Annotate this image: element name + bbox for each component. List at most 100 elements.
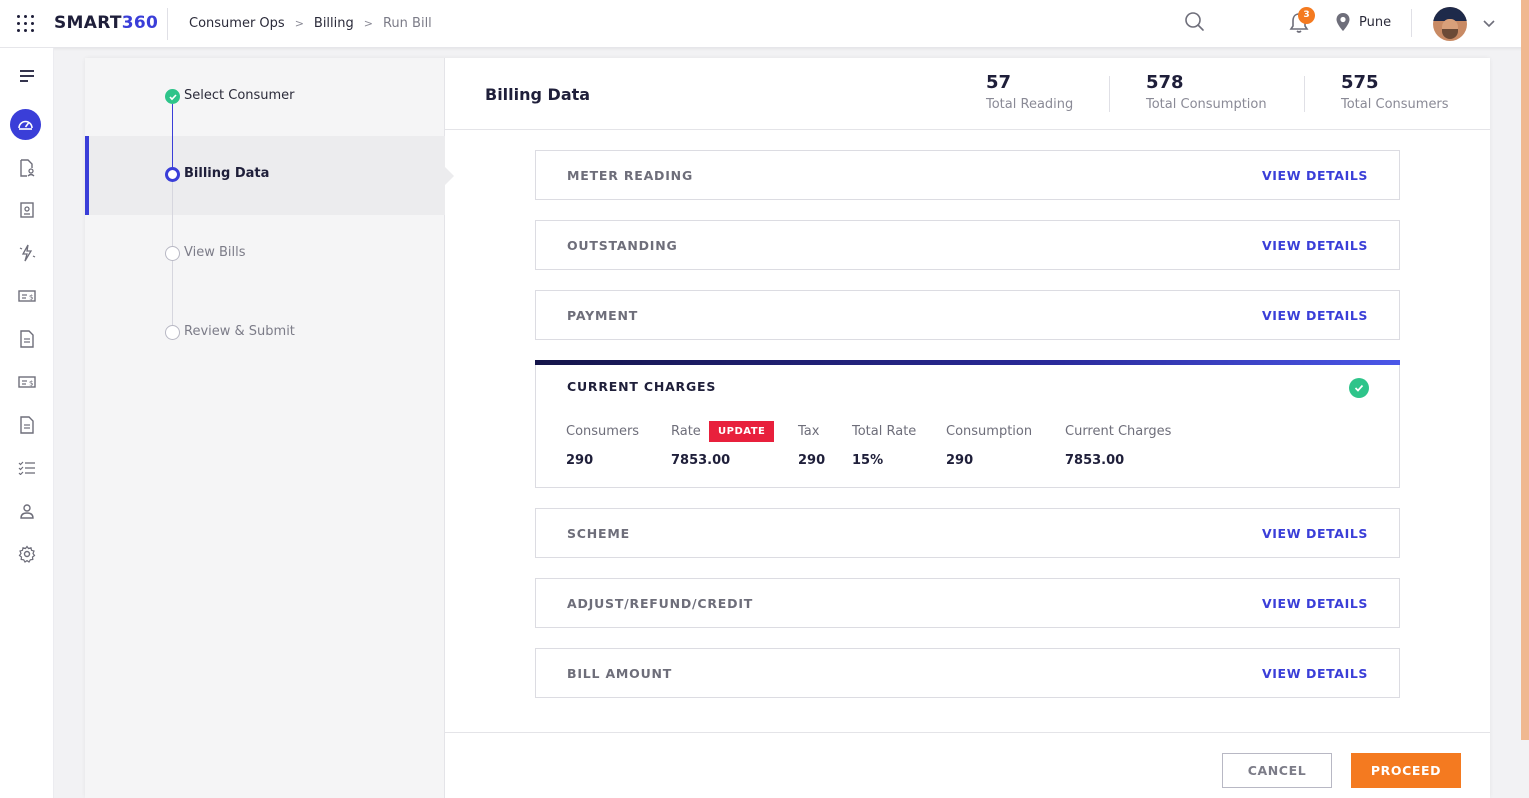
- stat-value: 57: [986, 72, 1012, 93]
- panel-scheme[interactable]: SCHEME VIEW DETAILS: [535, 508, 1400, 558]
- panel-adjust-refund-credit[interactable]: ADJUST/REFUND/CREDIT VIEW DETAILS: [535, 578, 1400, 628]
- stepper-connector: [172, 261, 173, 333]
- panel-meter-reading[interactable]: METER READING VIEW DETAILS: [535, 150, 1400, 200]
- stat-total-reading: 57 Total Reading: [986, 72, 1073, 112]
- step-select-consumer[interactable]: Select Consumer: [184, 88, 295, 103]
- stat-divider: [1304, 76, 1305, 112]
- charges-tax-value: 290: [798, 453, 826, 468]
- stat-divider: [1109, 76, 1110, 112]
- view-details-link[interactable]: VIEW DETAILS: [1262, 526, 1368, 541]
- svg-text:$: $: [29, 380, 33, 388]
- chevron-down-icon[interactable]: [1482, 16, 1496, 35]
- step-done-check-icon[interactable]: [165, 89, 180, 104]
- panel-title: ADJUST/REFUND/CREDIT: [567, 596, 754, 611]
- charges-total-rate-label: Total Rate: [852, 424, 917, 439]
- top-header: SMART360 Consumer Ops > Billing > Run Bi…: [0, 0, 1529, 48]
- step-review-submit[interactable]: Review & Submit: [184, 324, 295, 339]
- panel-current-charges: CURRENT CHARGES Consumers 290 Rate UPDAT…: [535, 360, 1400, 488]
- apps-grid-icon[interactable]: [16, 14, 36, 34]
- stat-value: 575: [1341, 72, 1379, 93]
- step-billing-data[interactable]: Billing Data: [184, 166, 269, 181]
- consumer-file-icon[interactable]: [17, 158, 37, 178]
- charges-rate-value: 7853.00: [671, 453, 731, 468]
- menu-icon[interactable]: [17, 66, 37, 86]
- panel-payment[interactable]: PAYMENT VIEW DETAILS: [535, 290, 1400, 340]
- cancel-button[interactable]: CANCEL: [1222, 753, 1332, 788]
- charges-consumers-value: 290: [566, 453, 594, 468]
- panel-outstanding[interactable]: OUTSTANDING VIEW DETAILS: [535, 220, 1400, 270]
- panel-bill-amount[interactable]: BILL AMOUNT VIEW DETAILS: [535, 648, 1400, 698]
- location-label: Pune: [1359, 14, 1392, 30]
- step-pending-dot[interactable]: [165, 325, 180, 340]
- user-icon[interactable]: [17, 501, 37, 521]
- report-icon[interactable]: [17, 415, 37, 435]
- charges-total-rate-value: 15%: [852, 453, 884, 468]
- page-scrollbar[interactable]: [1521, 0, 1529, 740]
- panel-title: CURRENT CHARGES: [567, 379, 717, 394]
- charges-tax-label: Tax: [798, 424, 820, 439]
- panel-accent-bar: [535, 360, 1400, 365]
- step-pending-dot[interactable]: [165, 246, 180, 261]
- step-view-bills[interactable]: View Bills: [184, 245, 246, 260]
- location-pin-icon: [1336, 13, 1350, 31]
- view-details-link[interactable]: VIEW DETAILS: [1262, 666, 1368, 681]
- dashboard-icon[interactable]: [10, 109, 41, 140]
- stat-value: 578: [1146, 72, 1184, 93]
- view-details-link[interactable]: VIEW DETAILS: [1262, 168, 1368, 183]
- charges-rate-label: Rate: [671, 424, 701, 439]
- panel-title: OUTSTANDING: [567, 238, 678, 253]
- search-icon[interactable]: [1184, 11, 1206, 37]
- panel-title: METER READING: [567, 168, 694, 183]
- stat-total-consumers: 575 Total Consumers: [1341, 72, 1449, 112]
- content-header: Billing Data 57 Total Reading 578 Total …: [445, 58, 1490, 130]
- stepper-connector: [172, 182, 173, 254]
- id-card-icon[interactable]: [17, 200, 37, 220]
- panel-title: BILL AMOUNT: [567, 666, 673, 681]
- action-footer: CANCEL PROCEED: [445, 732, 1490, 798]
- proceed-button[interactable]: PROCEED: [1351, 753, 1461, 788]
- stat-total-consumption: 578 Total Consumption: [1146, 72, 1267, 112]
- run-bill-card: Select Consumer Billing Data View Bills …: [85, 58, 1490, 798]
- breadcrumb-billing[interactable]: Billing: [314, 16, 354, 31]
- charges-consumption-value: 290: [946, 453, 974, 468]
- stepper-connector: [172, 104, 173, 174]
- charges-consumption-label: Consumption: [946, 424, 1033, 439]
- logo-text-smart: SMART: [54, 13, 122, 33]
- meter-spark-icon[interactable]: [17, 243, 37, 263]
- billing-card-icon[interactable]: $: [17, 286, 37, 306]
- header-divider: [167, 8, 168, 40]
- app-logo[interactable]: SMART360: [54, 13, 158, 33]
- view-details-link[interactable]: VIEW DETAILS: [1262, 238, 1368, 253]
- billing-content: Billing Data 57 Total Reading 578 Total …: [445, 58, 1490, 798]
- stat-label: Total Consumption: [1146, 97, 1267, 112]
- view-details-link[interactable]: VIEW DETAILS: [1262, 308, 1368, 323]
- svg-text:$: $: [29, 294, 33, 302]
- charges-current-charges-label: Current Charges: [1065, 424, 1172, 439]
- panel-title: SCHEME: [567, 526, 630, 541]
- header-divider: [1411, 9, 1412, 37]
- charges-consumers-label: Consumers: [566, 424, 640, 439]
- charges-current-charges-value: 7853.00: [1065, 453, 1125, 468]
- notification-count-badge: 3: [1298, 7, 1315, 24]
- user-avatar[interactable]: [1433, 7, 1467, 41]
- logo-text-360: 360: [121, 13, 159, 33]
- update-rate-button[interactable]: UPDATE: [709, 421, 775, 442]
- panel-title: PAYMENT: [567, 308, 639, 323]
- page-title: Billing Data: [485, 85, 591, 104]
- progress-stepper: Select Consumer Billing Data View Bills …: [85, 58, 454, 798]
- location-selector[interactable]: Pune: [1335, 12, 1391, 32]
- settings-icon[interactable]: [17, 544, 37, 564]
- icon-sidebar: $ $: [0, 48, 54, 798]
- step-current-dot[interactable]: [165, 167, 180, 182]
- breadcrumb-separator: >: [363, 17, 373, 30]
- document-icon[interactable]: [17, 329, 37, 349]
- completed-check-icon: [1349, 378, 1369, 398]
- breadcrumb-consumer-ops[interactable]: Consumer Ops: [189, 16, 285, 31]
- breadcrumb-separator: >: [294, 17, 304, 30]
- checklist-icon[interactable]: [17, 458, 37, 478]
- breadcrumb-run-bill: Run Bill: [382, 16, 432, 31]
- stat-label: Total Consumers: [1341, 97, 1449, 112]
- view-details-link[interactable]: VIEW DETAILS: [1262, 596, 1368, 611]
- stat-label: Total Reading: [986, 97, 1074, 112]
- payment-card-icon[interactable]: $: [17, 372, 37, 392]
